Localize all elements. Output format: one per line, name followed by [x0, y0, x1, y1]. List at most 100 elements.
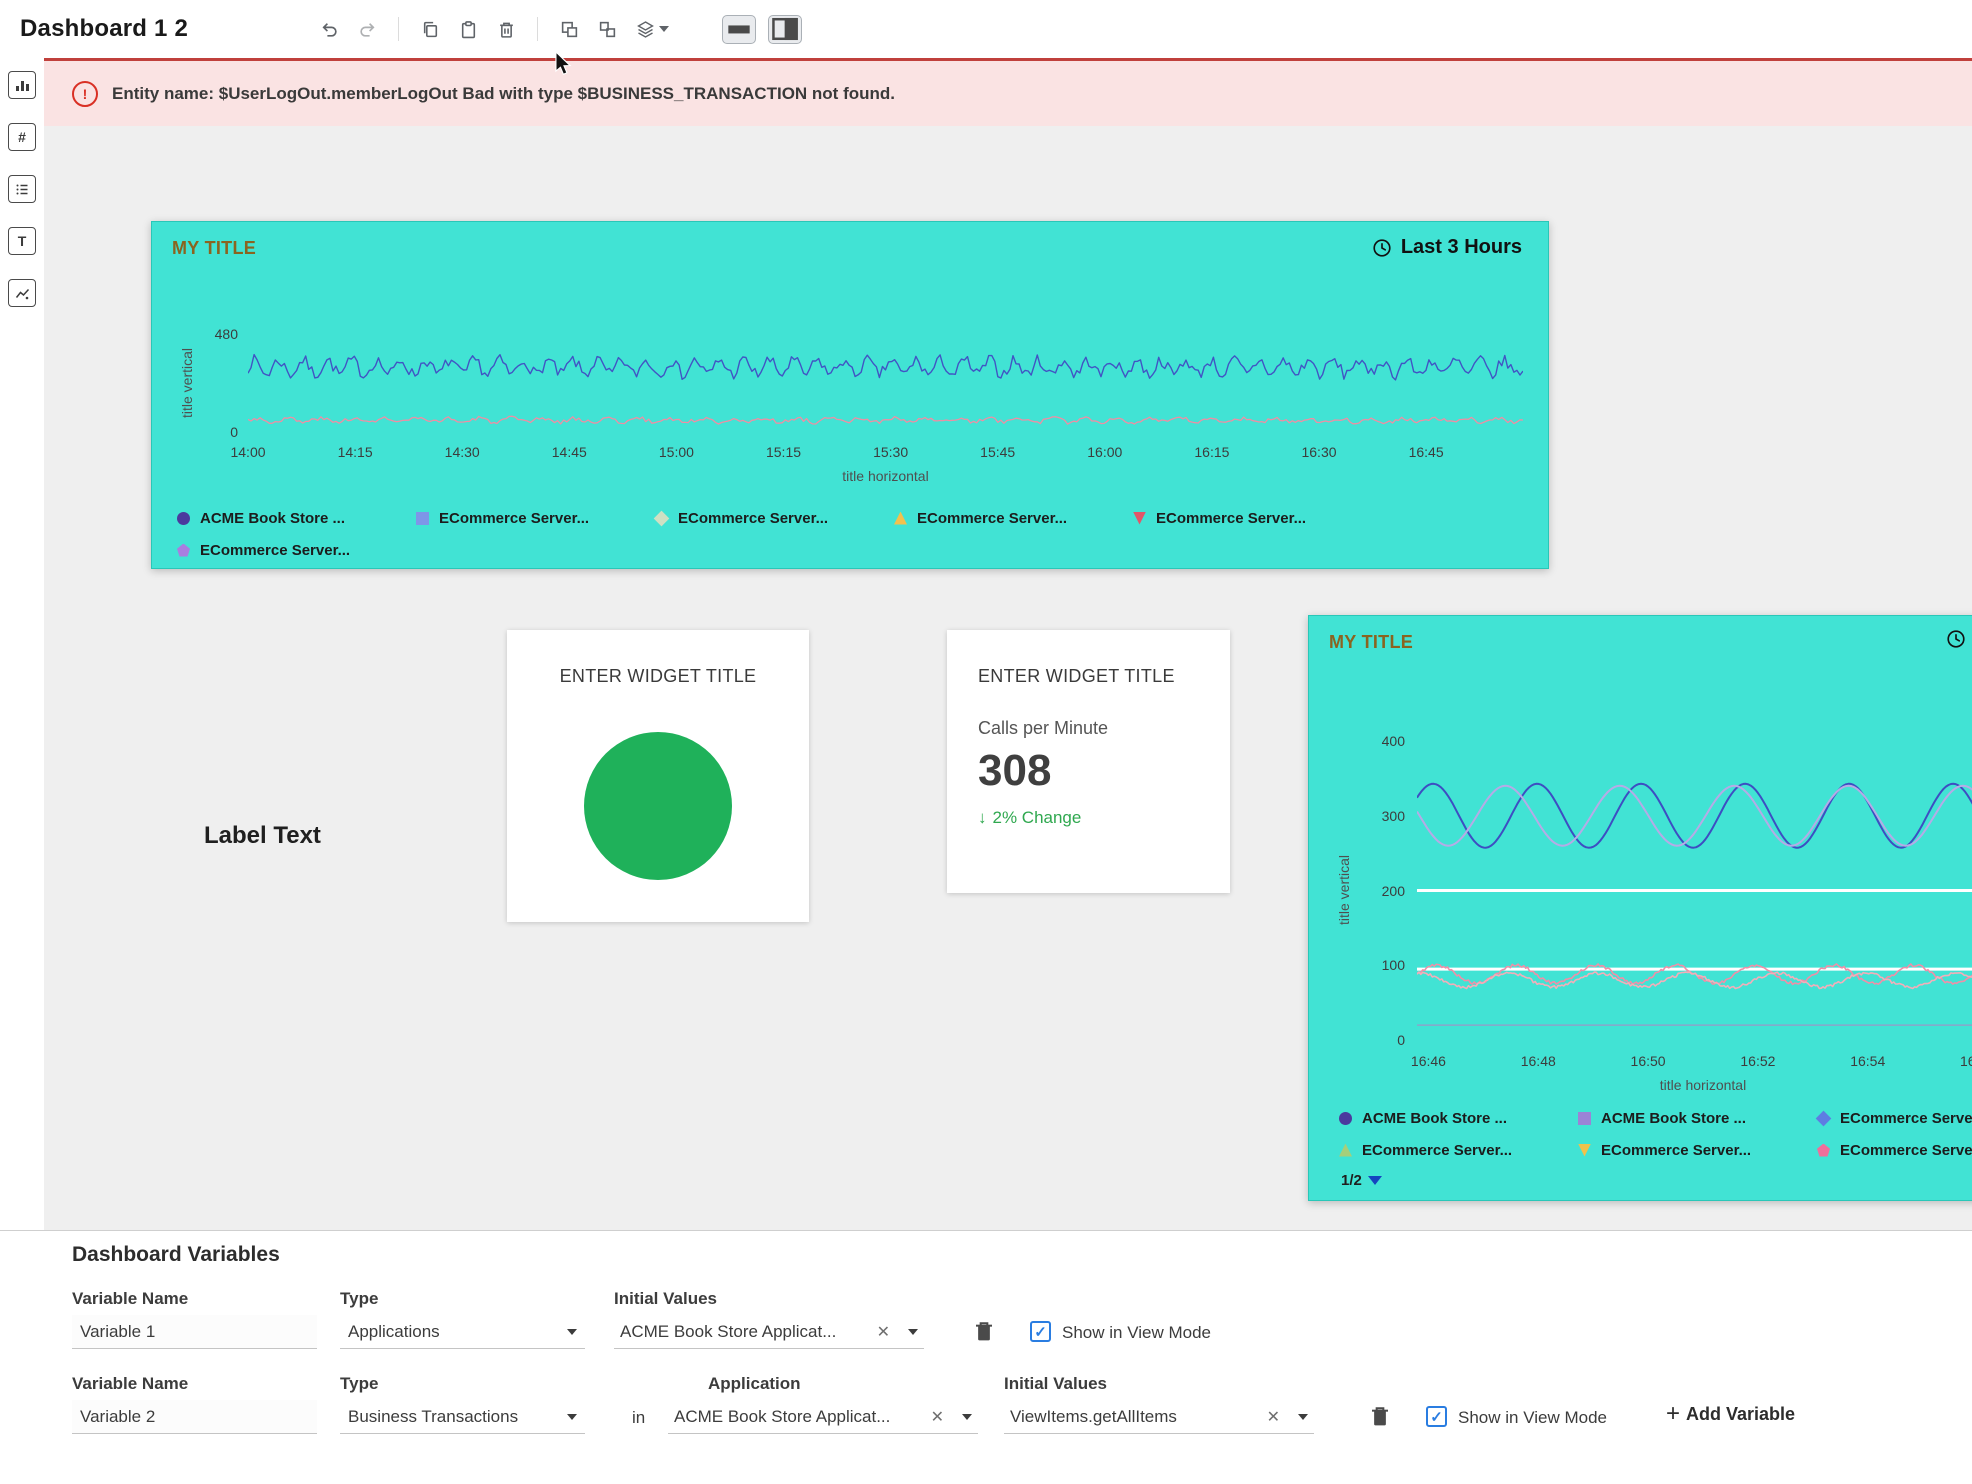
y-axis-ticks: 4003002001000 [1361, 741, 1405, 1040]
line-chart [1417, 741, 1972, 1040]
list-widget-icon[interactable] [8, 175, 36, 203]
send-backward-button[interactable] [594, 16, 620, 42]
widget-timeseries-small[interactable]: MY TITLE title vertical 4003002001000 16… [1308, 615, 1972, 1201]
variable-name-input[interactable] [72, 1315, 317, 1349]
down-arrow-icon: ↓ [978, 808, 987, 828]
text-widget-icon[interactable]: T [8, 227, 36, 255]
error-icon: ! [72, 81, 98, 107]
legend-item[interactable]: ACME Book Store ... [1578, 1102, 1817, 1134]
legend-marker [1817, 1144, 1830, 1157]
x-tick-label: 15:30 [873, 444, 908, 460]
delete-variable-button[interactable] [1368, 1404, 1392, 1431]
token-value: ACME Book Store Applicat... [674, 1407, 890, 1427]
x-tick-label: 15:00 [659, 444, 694, 460]
redo-button[interactable] [354, 16, 380, 42]
initial-values-token[interactable]: ViewItems.getAllItems ✕ [1004, 1400, 1314, 1434]
chart-widget-icon[interactable] [8, 71, 36, 99]
paste-button[interactable] [455, 16, 481, 42]
variable-name-input[interactable] [72, 1400, 317, 1434]
vertical-panel-button[interactable] [768, 15, 802, 44]
in-label: in [632, 1408, 645, 1428]
vertical-panel-icon [769, 13, 801, 45]
clear-icon[interactable]: ✕ [1263, 1407, 1284, 1427]
legend-item[interactable]: ECommerce Server... [1817, 1134, 1972, 1166]
widget-health[interactable]: ENTER WIDGET TITLE [507, 630, 809, 922]
legend-marker [1578, 1144, 1591, 1157]
legend-marker [1339, 1112, 1352, 1125]
copy-button[interactable] [417, 16, 443, 42]
legend-label: ECommerce Server... [1601, 1142, 1751, 1159]
show-in-view-mode-checkbox[interactable]: ✓ [1426, 1406, 1447, 1427]
show-in-view-mode-checkbox[interactable]: ✓ [1030, 1321, 1051, 1342]
legend-label: ECommerce Server... [678, 510, 828, 527]
legend-marker [654, 510, 670, 526]
application-token[interactable]: ACME Book Store Applicat... ✕ [668, 1400, 978, 1434]
type-select[interactable]: Applications [340, 1315, 585, 1349]
chevron-down-icon[interactable] [962, 1414, 972, 1420]
delete-variable-button[interactable] [972, 1319, 996, 1346]
layers-button[interactable] [632, 16, 672, 42]
horizontal-panel-button[interactable] [722, 15, 756, 44]
legend-item[interactable]: ACME Book Store ... [1339, 1102, 1578, 1134]
x-tick-label: 16:54 [1850, 1053, 1885, 1069]
legend-item[interactable]: ECommerce Server... [416, 502, 655, 534]
legend-pagination[interactable]: 1/2 [1341, 1172, 1382, 1189]
y-axis-ticks: 4800 [200, 334, 238, 432]
metric-value: 308 [978, 746, 1051, 796]
show-in-view-mode-label: Show in View Mode [1458, 1408, 1607, 1428]
widget-metric[interactable]: ENTER WIDGET TITLE Calls per Minute 308 … [947, 630, 1230, 893]
legend-item[interactable]: ECommerce Server... [1578, 1134, 1817, 1166]
widget-timeseries-large[interactable]: MY TITLE Last 3 Hours title vertical 480… [151, 221, 1549, 569]
legend-item[interactable]: ECommerce Server... [655, 502, 894, 534]
chart-legend: ACME Book Store ... ACME Book Store ... … [1339, 1102, 1972, 1166]
clock-icon[interactable] [1945, 628, 1967, 650]
legend-label: ACME Book Store ... [200, 510, 345, 527]
add-variable-button[interactable]: + Add Variable [1660, 1401, 1801, 1427]
y-tick-label: 0 [230, 424, 238, 440]
dashboard-variables-panel: Dashboard Variables Variable Name Type I… [0, 1230, 1972, 1484]
x-tick-label: 16:48 [1521, 1053, 1556, 1069]
legend-label: ECommerce Server... [200, 542, 350, 559]
bring-forward-button[interactable] [556, 16, 582, 42]
delete-button[interactable] [493, 16, 519, 42]
x-tick-label: 16:00 [1087, 444, 1122, 460]
label-widget[interactable]: Label Text [204, 822, 321, 850]
legend-item[interactable]: ECommerce Server... [894, 502, 1133, 534]
mouse-cursor [552, 52, 574, 76]
clear-icon[interactable]: ✕ [873, 1322, 894, 1342]
analytics-widget-icon[interactable] [8, 279, 36, 307]
legend-marker [1816, 1110, 1832, 1126]
clear-icon[interactable]: ✕ [927, 1407, 948, 1427]
chart-plot-area [248, 334, 1523, 432]
type-label: Type [340, 1289, 378, 1309]
number-widget-icon[interactable]: # [8, 123, 36, 151]
chart-plot-area [1417, 741, 1972, 1040]
chevron-down-icon [659, 26, 669, 32]
chevron-down-icon [567, 1414, 577, 1420]
health-status-circle[interactable] [584, 732, 732, 880]
legend-item[interactable]: ECommerce Server... [177, 534, 416, 566]
x-axis-ticks: 16:4616:4816:5016:5216:5416:56 [1417, 1053, 1972, 1071]
legend-item[interactable]: ECommerce Server... [1817, 1102, 1972, 1134]
legend-item[interactable]: ECommerce Server... [1339, 1134, 1578, 1166]
chevron-down-icon[interactable] [1298, 1414, 1308, 1420]
time-range[interactable]: Last 3 Hours [1371, 236, 1522, 259]
chevron-down-icon[interactable] [908, 1329, 918, 1335]
type-select-value: Applications [348, 1322, 440, 1342]
initial-values-token[interactable]: ACME Book Store Applicat... ✕ [614, 1315, 924, 1349]
legend-item[interactable]: ECommerce Server... [1133, 502, 1372, 534]
dashboard-editor: Dashboard 1 2 [0, 0, 1972, 1484]
type-select-value: Business Transactions [348, 1407, 518, 1427]
show-in-view-mode-label: Show in View Mode [1062, 1323, 1211, 1343]
y-tick-label: 100 [1382, 957, 1405, 973]
legend-item[interactable]: ACME Book Store ... [177, 502, 416, 534]
application-label: Application [708, 1374, 801, 1394]
type-label: Type [340, 1374, 378, 1394]
type-select[interactable]: Business Transactions [340, 1400, 585, 1434]
x-tick-label: 16:45 [1409, 444, 1444, 460]
send-backward-icon [598, 20, 617, 39]
error-banner: ! Entity name: $UserLogOut.memberLogOut … [44, 58, 1972, 126]
metric-change: ↓ 2% Change [978, 808, 1081, 828]
undo-button[interactable] [316, 16, 342, 42]
undo-icon [320, 20, 339, 39]
